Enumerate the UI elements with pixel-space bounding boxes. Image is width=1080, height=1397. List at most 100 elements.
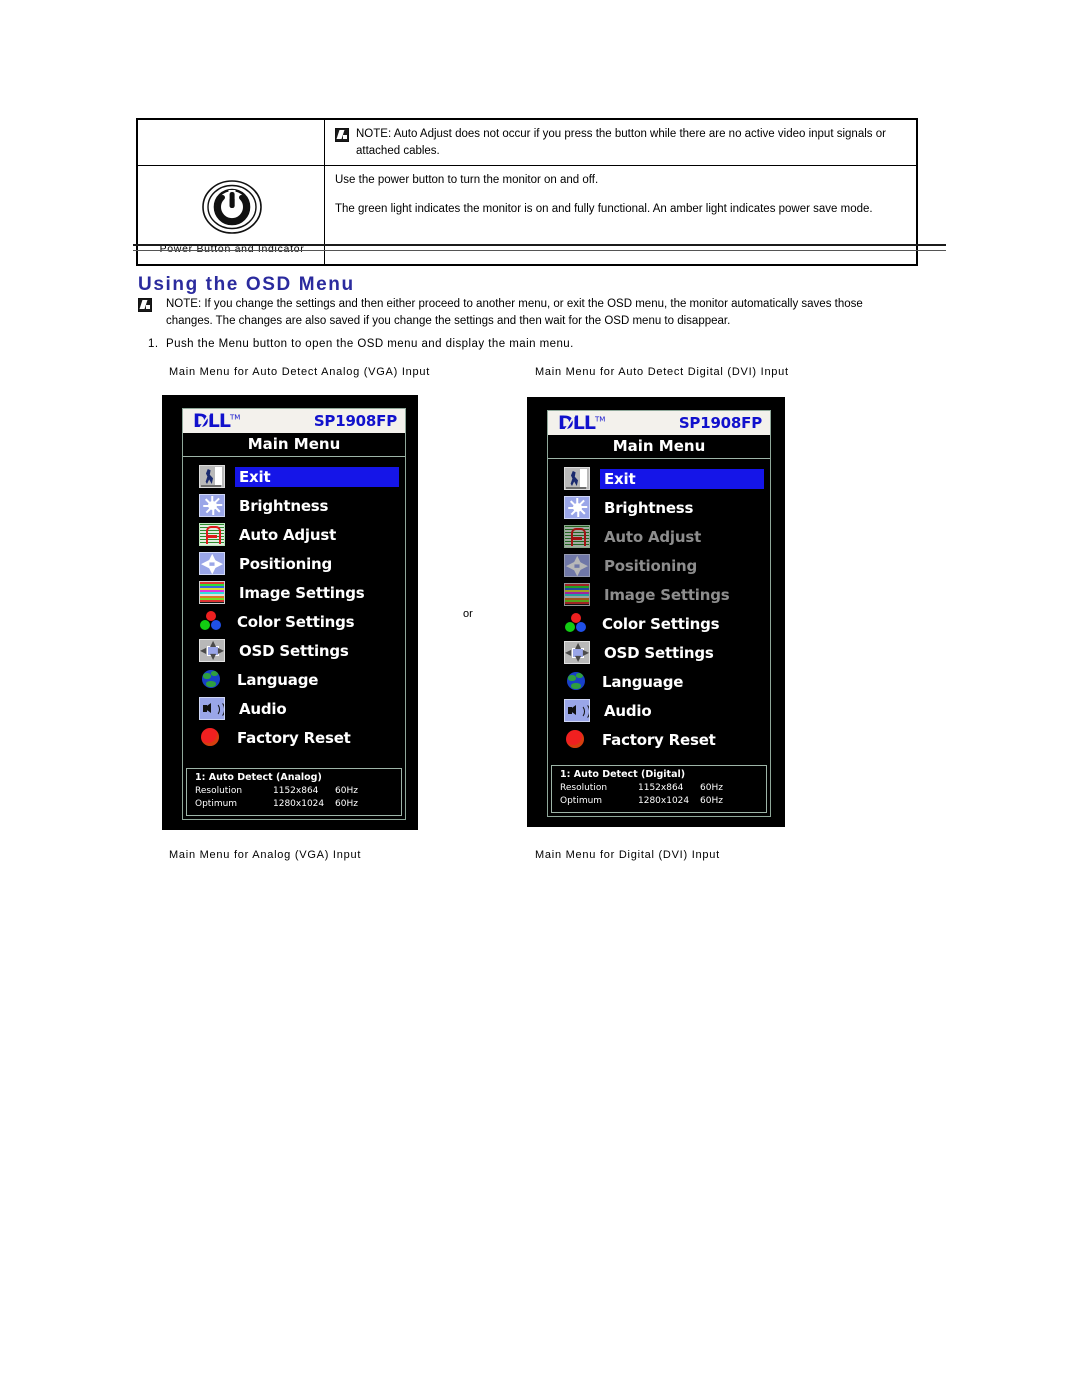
brightness-icon <box>564 496 590 519</box>
language-icon <box>564 671 588 692</box>
osd-menu-item-audio[interactable]: Audio <box>183 694 405 723</box>
osd-info-row: Optimum 1280x1024 60Hz <box>560 795 760 808</box>
power-description-line-1: Use the power button to turn the monitor… <box>335 174 599 187</box>
osd-info-value: 1152x864 <box>273 785 319 796</box>
brightness-icon <box>199 494 225 517</box>
osd-menu-item-label: Brightness <box>239 496 329 515</box>
color-settings-icon <box>564 613 588 634</box>
osd-menu-item-label: OSD Settings <box>239 641 349 660</box>
monitor-model-label: SP1908FP <box>313 412 397 430</box>
osd-info-row: Resolution 1152x864 60Hz <box>560 782 760 795</box>
osd-menu-item-label: OSD Settings <box>604 643 714 662</box>
osd-menu-item-language[interactable]: Language <box>183 665 405 694</box>
auto-adjust-icon <box>199 523 225 546</box>
osd-menu-item-label: Auto Adjust <box>239 525 337 544</box>
osd-brand-bar: D LLTM SP1908FP <box>183 409 405 433</box>
osd-menu-item-color-settings[interactable]: Color Settings <box>548 609 770 638</box>
osd-menu-item-osd-settings[interactable]: ◀ ▶ ▲ ▼ OSD Settings <box>183 636 405 665</box>
osd-info-key: Resolution <box>195 785 243 796</box>
osd-info-rate: 60Hz <box>700 795 723 806</box>
osd-menu-item-label: Exit <box>235 466 399 487</box>
osd-info-rate: 60Hz <box>700 782 723 793</box>
osd-info-panel: 1: Auto Detect (Analog) Resolution 1152x… <box>186 767 402 816</box>
step-1: 1. Push the Menu button to open the OSD m… <box>148 338 574 350</box>
osd-info-panel: 1: Auto Detect (Digital) Resolution 1152… <box>551 764 767 813</box>
osd-menu-item-label: Language <box>237 670 319 689</box>
divider-rule-bottom <box>133 250 946 251</box>
osd-menu-item-color-settings[interactable]: Color Settings <box>183 607 405 636</box>
osd-info-value: 1280x1024 <box>273 798 325 809</box>
osd-menu-item-label: Language <box>602 672 684 691</box>
caption-digital-dvi: Main Menu for Digital (DVI) Input <box>535 849 720 861</box>
step-number: 1. <box>148 338 159 350</box>
factory-reset-icon <box>564 729 588 750</box>
osd-menu-item-osd-settings[interactable]: ◀ ▶ ▲ ▼ OSD Settings <box>548 638 770 667</box>
osd-note-text: NOTE: If you change the settings and the… <box>166 298 863 328</box>
osd-menu-item-image-settings[interactable]: Image Settings <box>183 578 405 607</box>
osd-menu-item-brightness[interactable]: Brightness <box>548 493 770 522</box>
osd-menu-item-language[interactable]: Language <box>548 667 770 696</box>
osd-screenshot-vga: D LLTM SP1908FP Main Menu Exit Brightness A… <box>162 395 418 830</box>
image-settings-icon <box>564 583 590 606</box>
image-settings-icon <box>199 581 225 604</box>
osd-info-rate: 60Hz <box>335 785 358 796</box>
audio-icon <box>564 699 590 722</box>
osd-menu-item-label: Auto Adjust <box>604 527 702 546</box>
osd-menu-item-audio[interactable]: Audio <box>548 696 770 725</box>
dell-logo: D LLTM <box>193 410 241 432</box>
osd-menu-item-label: Factory Reset <box>237 728 351 747</box>
monitor-model-label: SP1908FP <box>678 414 762 432</box>
power-description-line-2: The green light indicates the monitor is… <box>335 203 873 216</box>
osd-info-value: 1152x864 <box>638 782 684 793</box>
osd-menu-title: Main Menu <box>548 435 770 459</box>
factory-reset-icon <box>199 727 223 748</box>
osd-info-row: Optimum 1280x1024 60Hz <box>195 798 395 811</box>
language-icon <box>199 669 223 690</box>
positioning-icon: ◀ ▶ ▲ ▼ <box>199 552 225 575</box>
table-row: NOTE: Auto Adjust does not occur if you … <box>136 118 918 167</box>
note-icon <box>138 298 152 312</box>
osd-settings-icon: ◀ ▶ ▲ ▼ <box>199 639 225 662</box>
osd-info-row: Resolution 1152x864 60Hz <box>195 785 395 798</box>
exit-icon <box>564 467 590 490</box>
note-icon <box>335 128 349 142</box>
auto-adjust-icon <box>564 525 590 548</box>
osd-screenshot-dvi: D LLTM SP1908FP Main Menu Exit Brightness A… <box>527 397 785 827</box>
osd-menu-item-label: Audio <box>239 699 287 718</box>
step-text: Push the Menu button to open the OSD men… <box>166 338 574 350</box>
osd-settings-icon: ◀ ▶ ▲ ▼ <box>564 641 590 664</box>
osd-menu-list: Exit Brightness Auto Adjust ◀ ▶ ▲ ▼ Positioning… <box>548 459 770 761</box>
osd-menu-item-label: Positioning <box>604 556 698 575</box>
osd-menu-item-image-settings[interactable]: Image Settings <box>548 580 770 609</box>
osd-menu-item-exit[interactable]: Exit <box>183 462 405 491</box>
osd-note-block: NOTE: If you change the settings and the… <box>138 296 883 331</box>
osd-menu-item-positioning[interactable]: ◀ ▶ ▲ ▼ Positioning <box>548 551 770 580</box>
osd-menu-item-positioning[interactable]: ◀ ▶ ▲ ▼ Positioning <box>183 549 405 578</box>
osd-menu-item-label: Color Settings <box>602 614 720 633</box>
osd-menu-item-auto-adjust[interactable]: Auto Adjust <box>183 520 405 549</box>
osd-menu-item-label: Positioning <box>239 554 333 573</box>
osd-menu-item-auto-adjust[interactable]: Auto Adjust <box>548 522 770 551</box>
exit-icon <box>199 465 225 488</box>
osd-menu-item-factory-reset[interactable]: Factory Reset <box>183 723 405 752</box>
osd-input-mode: 1: Auto Detect (Analog) <box>195 771 322 783</box>
power-button-caption: Power Button and Indicator <box>159 243 305 256</box>
audio-icon <box>199 697 225 720</box>
table-cell-note: NOTE: Auto Adjust does not occur if you … <box>324 118 918 167</box>
osd-info-key: Resolution <box>560 782 608 793</box>
auto-adjust-note-text: NOTE: Auto Adjust does not occur if you … <box>356 128 886 157</box>
color-settings-icon <box>199 611 223 632</box>
osd-menu-item-label: Image Settings <box>604 585 730 604</box>
osd-info-rate: 60Hz <box>335 798 358 809</box>
osd-menu-item-factory-reset[interactable]: Factory Reset <box>548 725 770 754</box>
page-title: Using the OSD Menu <box>138 274 355 295</box>
osd-info-value: 1280x1024 <box>638 795 690 806</box>
osd-menu-item-brightness[interactable]: Brightness <box>183 491 405 520</box>
osd-menu-item-exit[interactable]: Exit <box>548 464 770 493</box>
caption-auto-detect-vga: Main Menu for Auto Detect Analog (VGA) I… <box>169 366 431 378</box>
caption-separator-or: or <box>463 608 473 620</box>
power-button-icon <box>201 176 263 238</box>
osd-info-key: Optimum <box>195 798 238 809</box>
osd-input-mode: 1: Auto Detect (Digital) <box>560 768 686 780</box>
osd-menu-title: Main Menu <box>183 433 405 457</box>
